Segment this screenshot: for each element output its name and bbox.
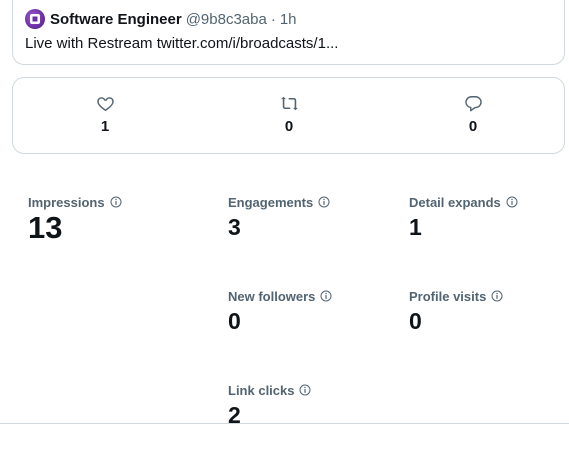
impressions-label: Impressions	[28, 194, 105, 210]
tweet-actions-card: 1 0 0	[12, 77, 565, 154]
tweet-time[interactable]: 1h	[280, 11, 297, 28]
tweet-text: Live with Restream twitter.com/i/broadca…	[25, 35, 339, 52]
author-name[interactable]: Software Engineer	[50, 11, 182, 28]
info-icon[interactable]	[320, 290, 332, 302]
impressions-value: 13	[28, 210, 63, 245]
bottom-bar	[0, 423, 569, 460]
like-action[interactable]: 1	[85, 94, 125, 135]
profile-visits-label: Profile visits	[409, 288, 487, 304]
info-icon[interactable]	[491, 290, 503, 302]
separator-dot: ·	[270, 10, 276, 28]
tweet-header: Software Engineer @9b8c3aba · 1h	[25, 9, 297, 29]
avatar[interactable]	[25, 9, 45, 29]
metric-engagements: Engagements 3	[228, 194, 330, 242]
new-followers-label: New followers	[228, 288, 316, 304]
info-icon[interactable]	[110, 196, 122, 208]
metric-label: Profile visits	[409, 288, 503, 304]
metric-label: Link clicks	[228, 382, 311, 398]
metric-new-followers: New followers 0	[228, 288, 332, 336]
engagements-value: 3	[228, 214, 241, 240]
link-clicks-label: Link clicks	[228, 382, 295, 398]
reply-icon	[464, 96, 482, 112]
metric-detail-expands: Detail expands 1	[409, 194, 518, 242]
retweet-count: 0	[284, 118, 294, 135]
metric-label: New followers	[228, 288, 332, 304]
metric-impressions: Impressions 13	[28, 194, 122, 246]
engagements-label: Engagements	[228, 194, 314, 210]
reply-count: 0	[468, 118, 478, 135]
retweet-icon	[280, 96, 298, 111]
info-icon[interactable]	[318, 196, 330, 208]
like-count: 1	[100, 118, 110, 135]
metric-label: Impressions	[28, 194, 122, 210]
metric-label: Detail expands	[409, 194, 518, 210]
detail-expands-value: 1	[409, 214, 422, 240]
retweet-action[interactable]: 0	[269, 94, 309, 135]
new-followers-value: 0	[228, 308, 241, 334]
metric-label: Engagements	[228, 194, 330, 210]
reply-action[interactable]: 0	[453, 94, 493, 135]
heart-icon	[96, 97, 114, 111]
avatar-logo-icon	[30, 14, 40, 24]
author-handle[interactable]: @9b8c3aba	[186, 11, 267, 28]
info-icon[interactable]	[506, 196, 518, 208]
detail-expands-label: Detail expands	[409, 194, 501, 210]
profile-visits-value: 0	[409, 308, 422, 334]
metric-profile-visits: Profile visits 0	[409, 288, 503, 336]
info-icon[interactable]	[299, 384, 311, 396]
quoted-tweet-card[interactable]: Software Engineer @9b8c3aba · 1h Live wi…	[12, 0, 565, 65]
